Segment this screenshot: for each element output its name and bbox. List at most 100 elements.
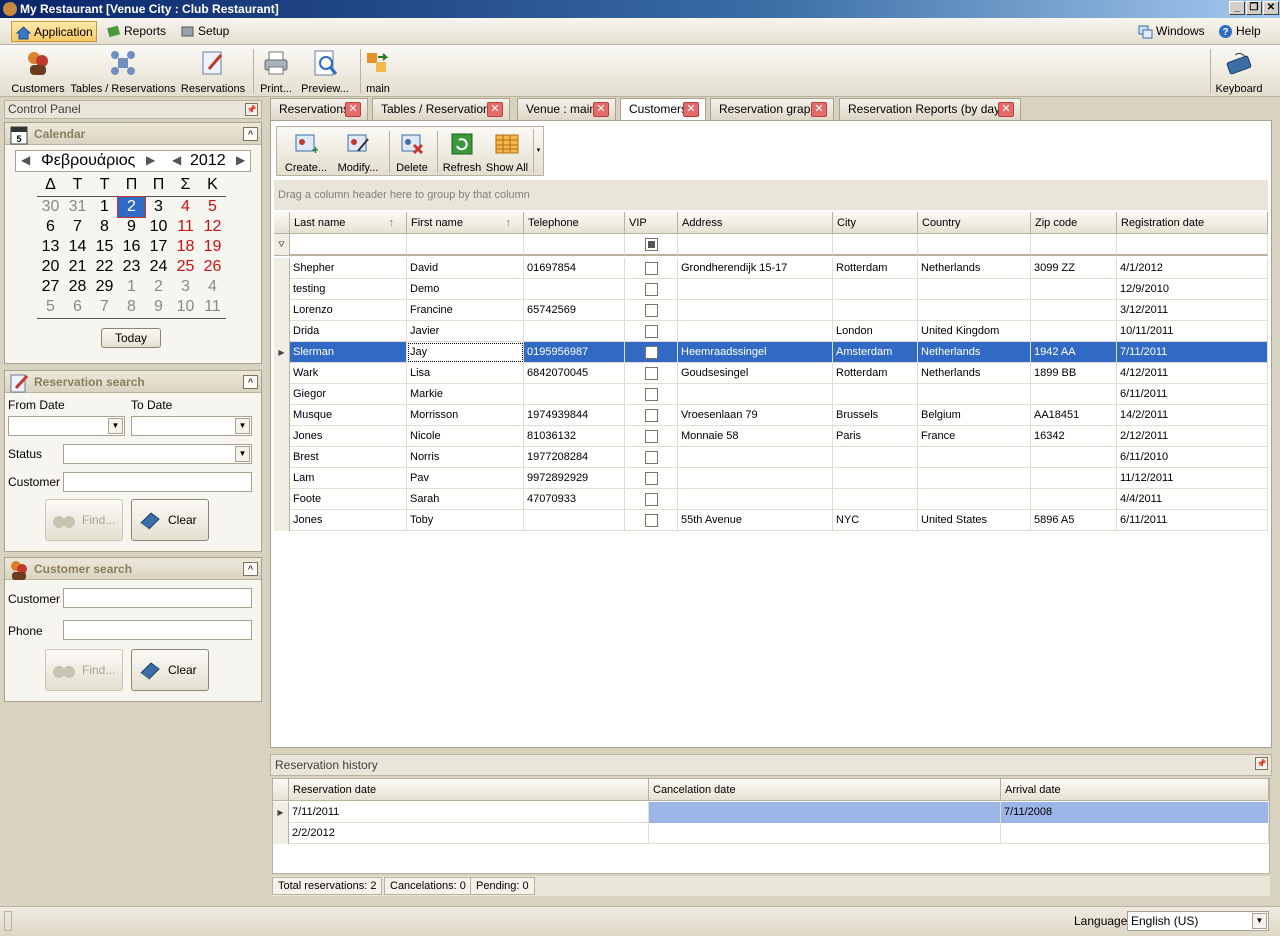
column-header[interactable]: VIP (625, 212, 678, 234)
calendar-day[interactable]: 21 (64, 257, 91, 277)
filter-cell[interactable] (918, 234, 1031, 255)
vip-checkbox[interactable] (645, 409, 658, 422)
delete-button[interactable]: Delete (393, 131, 431, 174)
filter-cell[interactable] (524, 234, 625, 255)
vip-cell[interactable] (625, 510, 678, 531)
calendar-day[interactable]: 9 (145, 297, 172, 317)
table-cell[interactable]: Goudsesingel (678, 363, 833, 384)
menu-setup[interactable]: Setup (176, 21, 232, 42)
history-cell[interactable]: 7/11/2011 (289, 802, 649, 823)
calendar-day[interactable]: 13 (37, 237, 64, 257)
main-toolbar-button[interactable]: main (364, 49, 392, 95)
table-cell[interactable]: 01697854 (524, 258, 625, 279)
table-cell[interactable]: 11/12/2011 (1117, 468, 1268, 489)
table-cell[interactable]: 81036132 (524, 426, 625, 447)
table-cell[interactable]: Brest (290, 447, 407, 468)
filter-cell[interactable] (678, 234, 833, 255)
table-cell[interactable]: 6/11/2011 (1117, 510, 1268, 531)
calendar-day[interactable]: 16 (118, 237, 145, 257)
table-cell[interactable]: 1974939844 (524, 405, 625, 426)
table-cell[interactable]: Markie (407, 384, 524, 405)
table-cell[interactable]: 2/12/2011 (1117, 426, 1268, 447)
table-cell[interactable] (678, 300, 833, 321)
table-cell[interactable]: 6/11/2011 (1117, 384, 1268, 405)
table-row[interactable]: Jones Nicole 81036132 Monnaie 58 Paris France… (274, 426, 1268, 447)
vip-checkbox[interactable] (645, 493, 658, 506)
vip-filter-checkbox[interactable] (645, 238, 658, 251)
vip-checkbox[interactable] (645, 430, 658, 443)
table-cell[interactable]: Norris (407, 447, 524, 468)
history-cell[interactable] (649, 802, 1001, 823)
column-header[interactable]: Reservation date (289, 779, 649, 801)
table-cell[interactable]: Foote (290, 489, 407, 510)
filter-cell[interactable] (407, 234, 524, 255)
table-cell[interactable]: Slerman (290, 342, 407, 363)
table-cell[interactable]: Paris (833, 426, 918, 447)
table-cell[interactable]: 4/4/2011 (1117, 489, 1268, 510)
table-cell[interactable] (678, 321, 833, 342)
table-cell[interactable] (678, 489, 833, 510)
column-header[interactable]: City (833, 212, 918, 234)
table-cell[interactable]: 6842070045 (524, 363, 625, 384)
vip-checkbox[interactable] (645, 367, 658, 380)
table-cell[interactable] (833, 489, 918, 510)
tab-reservation-graph[interactable]: Reservation graph ✕ (710, 98, 834, 120)
table-cell[interactable] (1031, 489, 1117, 510)
table-cell[interactable] (1031, 468, 1117, 489)
restore-button[interactable]: ❐ (1246, 1, 1262, 15)
table-cell[interactable] (1031, 279, 1117, 300)
table-cell[interactable]: Heemraadssingel (678, 342, 833, 363)
table-cell[interactable] (1031, 447, 1117, 468)
calendar-day[interactable]: 9 (118, 217, 145, 237)
table-cell[interactable]: 3099 ZZ (1031, 258, 1117, 279)
table-cell[interactable]: Wark (290, 363, 407, 384)
language-select[interactable]: English (US) ▼ (1127, 911, 1269, 931)
tab-venue-main[interactable]: Venue : main ✕ (517, 98, 616, 120)
toolbar-overflow-icon[interactable]: ▾ (533, 129, 543, 173)
vip-cell[interactable] (625, 489, 678, 510)
calendar-day[interactable]: 19 (199, 237, 226, 257)
calendar-day[interactable]: 27 (37, 277, 64, 297)
table-cell[interactable]: Lorenzo (290, 300, 407, 321)
vip-checkbox[interactable] (645, 472, 658, 485)
table-cell[interactable] (833, 279, 918, 300)
table-cell[interactable]: 55th Avenue (678, 510, 833, 531)
calendar-day[interactable]: 4 (172, 197, 199, 217)
table-cell[interactable] (1031, 321, 1117, 342)
row-indicator[interactable] (274, 300, 290, 321)
row-indicator[interactable] (274, 468, 290, 489)
vip-checkbox[interactable] (645, 388, 658, 401)
calendar-day[interactable]: 22 (91, 257, 118, 277)
column-header[interactable]: Address (678, 212, 833, 234)
table-cell[interactable]: France (918, 426, 1031, 447)
calendar-day[interactable]: 26 (199, 257, 226, 277)
row-indicator[interactable] (274, 258, 290, 279)
table-row[interactable]: Wark Lisa 6842070045 Goudsesingel Rotterdam N… (274, 363, 1268, 384)
row-indicator[interactable] (273, 823, 289, 844)
table-cell[interactable]: 12/9/2010 (1117, 279, 1268, 300)
calendar-day[interactable]: 11 (199, 297, 226, 317)
table-cell[interactable] (1031, 300, 1117, 321)
filter-cell[interactable] (1117, 234, 1268, 255)
table-cell[interactable]: 16342 (1031, 426, 1117, 447)
vip-checkbox[interactable] (645, 514, 658, 527)
calendar-day[interactable]: 5 (199, 197, 226, 217)
row-indicator[interactable] (274, 447, 290, 468)
vip-cell[interactable] (625, 279, 678, 300)
table-cell[interactable] (524, 321, 625, 342)
calendar-day[interactable]: 8 (91, 217, 118, 237)
vip-checkbox[interactable] (645, 262, 658, 275)
history-cell[interactable] (1001, 823, 1269, 844)
table-row[interactable]: Drida Javier London United Kingdom 10/11/201… (274, 321, 1268, 342)
table-cell[interactable] (524, 384, 625, 405)
table-cell[interactable]: London (833, 321, 918, 342)
vip-cell[interactable] (625, 363, 678, 384)
row-indicator[interactable] (274, 510, 290, 531)
table-cell[interactable]: 47070933 (524, 489, 625, 510)
table-row[interactable]: ▶ Slerman Jay 0195956987 Heemraadssingel Amst… (274, 342, 1268, 363)
table-cell[interactable]: Francine (407, 300, 524, 321)
preview-toolbar-button[interactable]: Preview... (298, 49, 352, 95)
table-cell[interactable]: NYC (833, 510, 918, 531)
table-cell[interactable] (678, 468, 833, 489)
menu-windows[interactable]: Windows (1134, 21, 1208, 42)
